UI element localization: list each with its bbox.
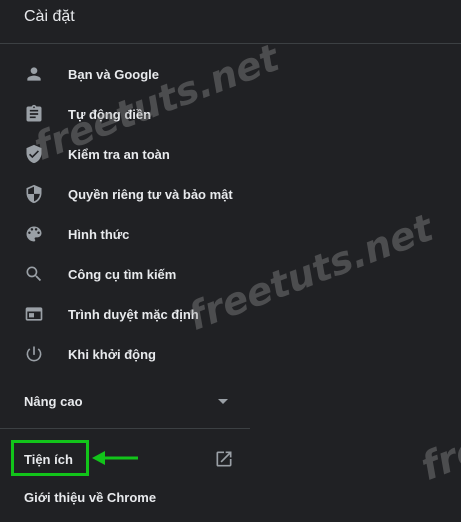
nav-item-label: Hình thức <box>68 226 130 242</box>
advanced-label: Nâng cao <box>24 394 83 409</box>
shield-check-icon <box>24 144 44 164</box>
watermark: free <box>415 416 461 490</box>
person-icon <box>24 64 44 84</box>
nav-item-you-and-google[interactable]: Bạn và Google <box>0 54 250 94</box>
nav-item-label: Quyền riêng tư và bảo mật <box>68 186 233 202</box>
nav-item-privacy[interactable]: Quyền riêng tư và bảo mật <box>0 174 250 214</box>
search-icon <box>24 264 44 284</box>
chevron-down-icon <box>218 399 228 404</box>
nav-item-search-engine[interactable]: Công cụ tìm kiếm <box>0 254 250 294</box>
nav-item-appearance[interactable]: Hình thức <box>0 214 250 254</box>
nav-item-on-startup[interactable]: Khi khởi động <box>0 334 250 374</box>
nav-item-label: Kiểm tra an toàn <box>68 146 170 162</box>
nav-item-label: Khi khởi động <box>68 346 156 362</box>
browser-icon <box>24 304 44 324</box>
nav-item-label: Công cụ tìm kiếm <box>68 266 177 282</box>
nav-item-label: Bạn và Google <box>68 66 160 82</box>
divider <box>0 428 250 429</box>
clipboard-icon <box>24 104 44 124</box>
settings-page: Cài đặt Bạn và Google Tự động điền Kiểm … <box>0 0 461 522</box>
open-in-new-icon[interactable] <box>214 449 234 469</box>
page-title: Cài đặt <box>24 8 75 25</box>
advanced-toggle[interactable]: Nâng cao <box>0 384 250 420</box>
power-icon <box>24 344 44 364</box>
nav-item-label: Tự động điền <box>68 106 152 122</box>
header: Cài đặt <box>0 0 461 44</box>
shield-icon <box>24 184 44 204</box>
nav-item-about-chrome[interactable]: Giới thiệu về Chrome <box>24 490 156 505</box>
nav-item-safety-check[interactable]: Kiểm tra an toàn <box>0 134 250 174</box>
nav-item-autofill[interactable]: Tự động điền <box>0 94 250 134</box>
palette-icon <box>24 224 44 244</box>
settings-nav: Bạn và Google Tự động điền Kiểm tra an t… <box>0 54 250 374</box>
pointer-arrow-icon <box>92 451 138 465</box>
nav-item-label: Trình duyệt mặc định <box>68 306 199 322</box>
nav-item-default-browser[interactable]: Trình duyệt mặc định <box>0 294 250 334</box>
highlight-box <box>11 440 89 476</box>
